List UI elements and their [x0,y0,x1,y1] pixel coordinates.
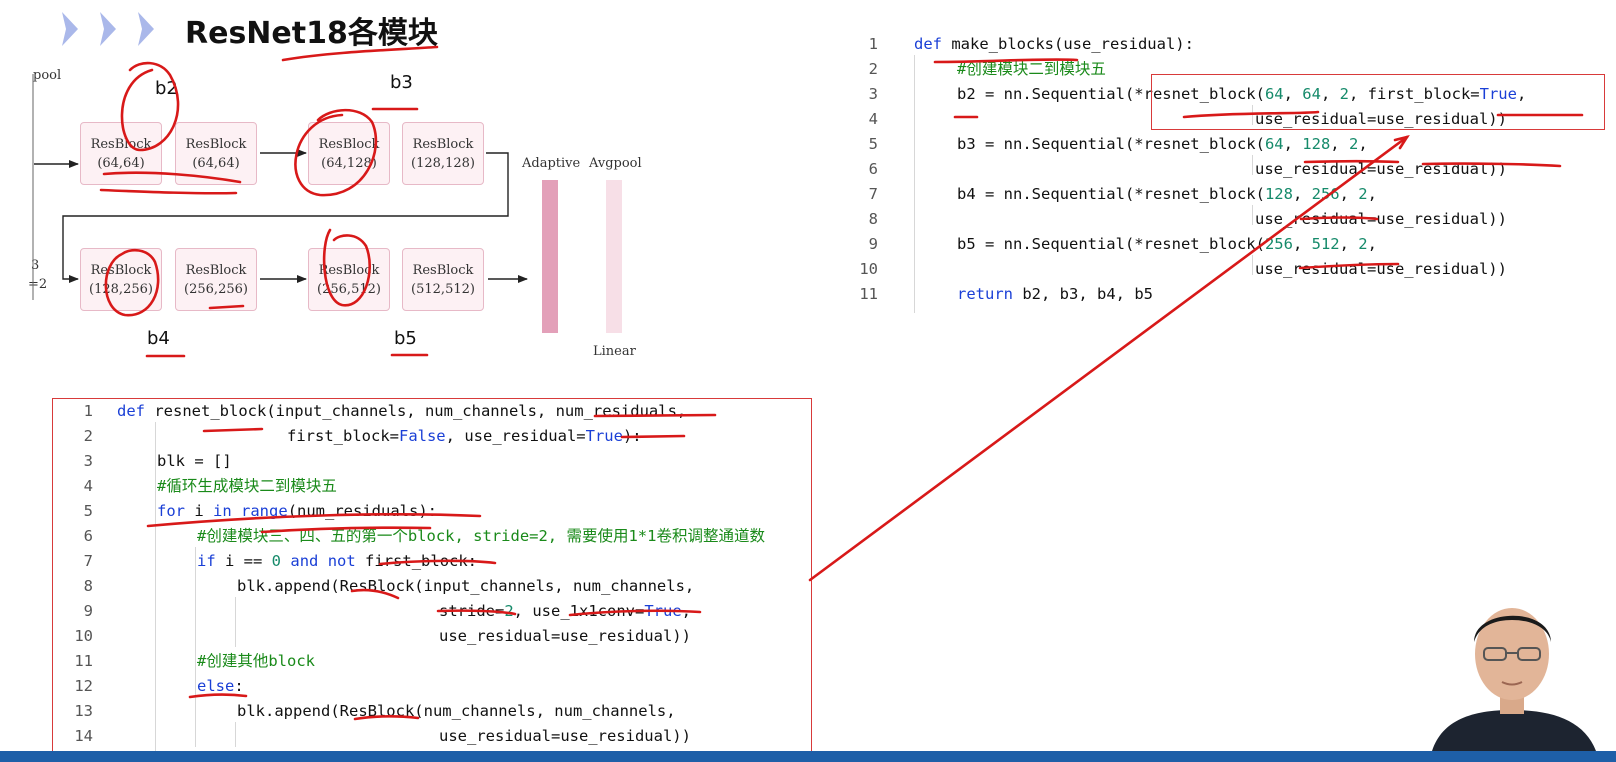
annotation-stroke [294,108,378,197]
bottom-bar [0,751,1616,762]
annotation-stroke [933,58,1079,64]
annotation-stroke [1421,162,1562,168]
annotation-stroke [188,693,248,699]
annotation-stroke [146,513,482,528]
annotation-stroke [202,427,264,433]
annotation-stroke [99,188,238,195]
annotation-stroke [350,588,400,600]
annotation-stroke [1298,262,1400,270]
annotation-stroke [436,609,517,616]
annotation-stroke [1299,216,1379,221]
annotation-stroke [593,413,717,418]
annotation-stroke [378,559,497,566]
annotation-stroke [1182,110,1320,119]
annotation-stroke [808,135,1409,582]
annotation-stroke [353,714,420,721]
annotation-stroke [568,609,702,617]
annotation-stroke [120,61,180,152]
annotation-stroke [104,248,160,317]
annotation-stroke [102,171,242,184]
annotation-stroke [1303,159,1400,164]
red-annotations [99,45,1584,721]
annotation-stroke [208,304,245,310]
annotation-stroke [281,45,439,62]
annotation-stroke [620,434,686,439]
annotation-stroke [260,526,432,534]
annotation-stroke [322,228,371,307]
